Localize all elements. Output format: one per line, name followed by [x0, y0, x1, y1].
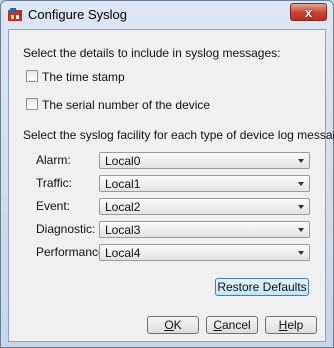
cancel-button[interactable]: Cancel — [206, 316, 258, 334]
ok-label-rest: K — [173, 318, 182, 332]
facility-heading: Select the syslog facility for each type… — [23, 128, 334, 142]
cancel-mnemonic: C — [213, 318, 222, 332]
diagnostic-label: Diagnostic: — [36, 222, 96, 236]
restore-defaults-label: Restore Defaults — [217, 280, 307, 294]
traffic-facility-value: Local1 — [105, 177, 141, 191]
chevron-down-icon — [298, 182, 304, 186]
diagnostic-facility-value: Local3 — [105, 223, 141, 237]
ok-button[interactable]: OK — [147, 316, 199, 334]
help-label-rest: elp — [287, 318, 304, 332]
restore-defaults-button[interactable]: Restore Defaults — [215, 278, 309, 296]
firebox-app-icon — [8, 8, 22, 21]
event-facility-value: Local2 — [105, 200, 141, 214]
serial-number-checkbox[interactable] — [26, 98, 38, 110]
diagnostic-facility-select[interactable]: Local3 — [99, 221, 310, 238]
alarm-label: Alarm: — [36, 153, 71, 167]
window-title: Configure Syslog — [28, 7, 127, 22]
details-heading: Select the details to include in syslog … — [23, 46, 281, 60]
alarm-facility-value: Local0 — [105, 154, 141, 168]
traffic-facility-select[interactable]: Local1 — [99, 175, 310, 192]
title-bar[interactable]: Configure Syslog x — [1, 1, 333, 28]
performance-facility-select[interactable]: Local4 — [99, 244, 310, 261]
performance-facility-value: Local4 — [105, 246, 141, 260]
chevron-down-icon — [298, 159, 304, 163]
chevron-down-icon — [298, 228, 304, 232]
close-icon: x — [304, 4, 313, 20]
event-facility-select[interactable]: Local2 — [99, 198, 310, 215]
performance-label: Performance: — [36, 245, 109, 259]
timestamp-checkbox[interactable] — [26, 70, 38, 82]
chevron-down-icon — [298, 205, 304, 209]
traffic-label: Traffic: — [36, 176, 73, 190]
configure-syslog-dialog: Configure Syslog x Select the details to… — [0, 0, 334, 348]
cancel-label-rest: ancel — [221, 318, 251, 332]
alarm-facility-select[interactable]: Local0 — [99, 152, 310, 169]
timestamp-label[interactable]: The time stamp — [42, 70, 125, 84]
serial-number-label[interactable]: The serial number of the device — [42, 98, 210, 112]
ok-mnemonic: O — [164, 318, 174, 332]
close-button[interactable]: x — [290, 3, 327, 21]
dialog-body: Select the details to include in syslog … — [8, 29, 334, 342]
event-label: Event: — [36, 199, 71, 213]
help-button[interactable]: Help — [265, 316, 317, 334]
chevron-down-icon — [298, 251, 304, 255]
